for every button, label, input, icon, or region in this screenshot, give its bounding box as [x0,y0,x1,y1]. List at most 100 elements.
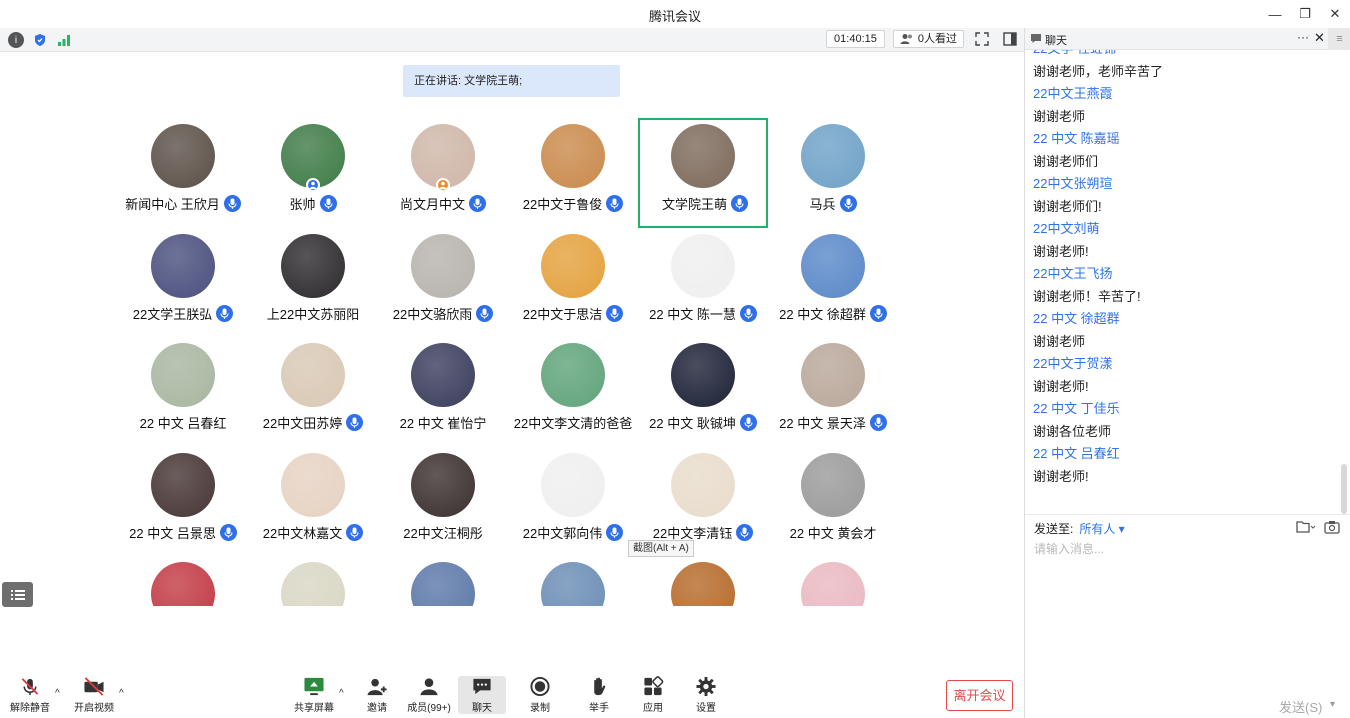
participant-tile[interactable]: 22 中文 崔怡宁 [378,337,508,447]
record-button[interactable]: 录制 [514,676,566,714]
participant-tile[interactable]: 22 中文 徐超群 [768,228,898,338]
participant-tile[interactable]: 22中文于鲁俊 [508,118,638,228]
participant-tile[interactable]: 22 中文 吕景思 [118,447,248,557]
avatar [541,233,605,298]
participant-name-row: 马兵 [768,194,898,213]
participant-name: 22 中文 吕春红 [139,416,227,432]
participant-tile[interactable]: 22中文田苏婷 [248,337,378,447]
participant-name: 张帅 [289,197,316,212]
leave-meeting-button[interactable]: 离开会议 [946,680,1013,711]
close-button[interactable]: ✕ [1320,0,1350,28]
file-icon[interactable] [1296,520,1316,534]
participant-tile[interactable]: 22 中文 陈一慧 [638,228,768,338]
participant-tile[interactable] [118,556,248,606]
participant-tile[interactable]: 22中文林嘉文 [248,447,378,557]
participant-name: 尚文月中文 [399,197,465,212]
participant-name: 22 中文 耿铖坤 [649,416,736,432]
share-screen-button[interactable]: 共享屏幕 [288,676,340,714]
participant-name-row: 22中文于思洁 [508,304,638,323]
invite-button[interactable]: 邀请 [351,676,403,714]
participant-tile[interactable] [508,556,638,606]
unmute-label: 解除静音 [10,703,50,714]
chat-message-text: 谢谢老师！辛苦了! [1033,288,1141,304]
participant-tile[interactable]: 马兵 [768,118,898,228]
close-chat-icon[interactable]: ✕ [1314,30,1325,46]
chat-sender: 22中文王燕霞 [1033,86,1113,101]
start-video-label: 开启视频 [74,703,114,714]
participant-tile[interactable]: 22文学王朕弘 [118,228,248,338]
bottom-control-bar: 解除静音 ^ 开启视频 ^ 共享屏幕 ^ 邀请 成员(99+) 聊天 录制 举手… [0,670,1024,718]
avatar [151,124,215,188]
participant-tile[interactable]: 22中文汪桐彤 [378,447,508,557]
send-to-dropdown[interactable]: 所有人 ▾ [1079,520,1124,537]
chat-message-text: 谢谢各位老师 [1033,423,1112,439]
list-toggle-button[interactable] [2,582,33,607]
participant-tile[interactable]: 22中文于思洁 [508,228,638,338]
chat-sender: 22 中文 吕春红 [1033,446,1120,461]
participant-tile[interactable]: 22中文骆欣雨 [378,228,508,338]
minimize-button[interactable]: — [1260,0,1290,28]
chat-sender: 22中文张朔瑄 [1033,176,1113,191]
chat-messages[interactable]: 22文学 任虹锦谢谢老师，老师辛苦了 22中文王燕霞谢谢老师 22 中文 陈嘉瑶谢谢… [1025,50,1339,516]
layout-icon[interactable] [1000,30,1020,48]
avatar [151,233,215,298]
apps-button[interactable]: 应用 [627,676,679,714]
participant-tile[interactable]: 22 中文 吕春红 [118,337,248,447]
settings-button[interactable]: 设置 [680,676,732,714]
mic-icon [839,195,857,212]
send-options-caret[interactable]: ▾ [1330,699,1335,710]
participant-tile[interactable] [768,556,898,606]
raise-hand-button[interactable]: 举手 [573,676,625,714]
maximize-button[interactable]: ❐ [1290,0,1320,28]
participant-tile[interactable]: 上22中文苏丽阳 [248,228,378,338]
participant-tile[interactable] [638,556,768,606]
participant-tile[interactable] [248,556,378,606]
chat-panel: 聊天 ··· ✕ ≡ 22文学 任虹锦谢谢老师，老师辛苦了 22中文王燕霞谢谢老师… [1024,28,1350,718]
participant-tile[interactable]: 尚文月中文 [378,118,508,228]
chat-input[interactable]: 请输入消息... [1034,540,1104,557]
participant-tile[interactable]: 文学院王萌 [638,118,768,228]
participant-name-row: 22中文骆欣雨 [378,304,508,323]
participant-tile[interactable]: 新闻中心 王欣月 [118,118,248,228]
avatar [671,233,735,298]
participant-tile[interactable]: 22中文李文清的爸爸 [508,337,638,447]
record-label: 录制 [530,703,550,714]
mic-icon [606,195,624,212]
avatar [541,124,605,188]
signal-icon[interactable] [56,32,72,48]
mic-icon [346,523,364,541]
share-options-caret[interactable]: ^ [339,688,344,699]
participant-name: 22 中文 徐超群 [779,306,866,322]
participant-tile[interactable]: 张帅 [248,118,378,228]
muted-mic-icon [21,678,39,696]
unmute-button[interactable]: 解除静音 [4,676,56,714]
chat-button[interactable]: 聊天 [458,676,506,714]
participant-tile[interactable]: 22 中文 耿铖坤 [638,337,768,447]
participant-name: 22中文骆欣雨 [392,306,473,322]
participant-tile[interactable]: 22 中文 黄会才 [768,447,898,557]
chat-scrollbar[interactable] [1341,54,1347,514]
chat-sender: 22中文王飞扬 [1033,266,1113,281]
viewers-button[interactable]: 0人看过 [892,30,964,48]
avatar [801,562,865,606]
more-options-icon[interactable]: ··· [1297,30,1309,44]
members-button[interactable]: 成员(99+) [403,676,455,714]
avatar [281,233,345,298]
fullscreen-icon[interactable] [972,30,992,48]
scroll-thumb[interactable] [1341,464,1347,514]
send-button[interactable]: 发送(S) [1279,697,1322,716]
participant-tile[interactable]: 22中文郭向伟 [508,447,638,557]
screenshot-icon[interactable] [1324,520,1340,534]
audio-options-caret[interactable]: ^ [55,688,60,699]
chat-message-text: 谢谢老师们 [1033,153,1099,169]
participant-tile[interactable]: 22 中文 景天泽 [768,337,898,447]
start-video-button[interactable]: 开启视频 [68,676,120,714]
shield-icon[interactable] [32,32,48,48]
info-icon[interactable]: i [8,32,24,48]
avatar [541,452,605,517]
participant-name-row: 22中文林嘉文 [248,523,378,542]
chat-divider [1025,514,1350,515]
participant-tile[interactable] [378,556,508,606]
video-options-caret[interactable]: ^ [119,688,124,699]
sidebar-toggle-icon[interactable]: ≡ [1328,28,1350,50]
